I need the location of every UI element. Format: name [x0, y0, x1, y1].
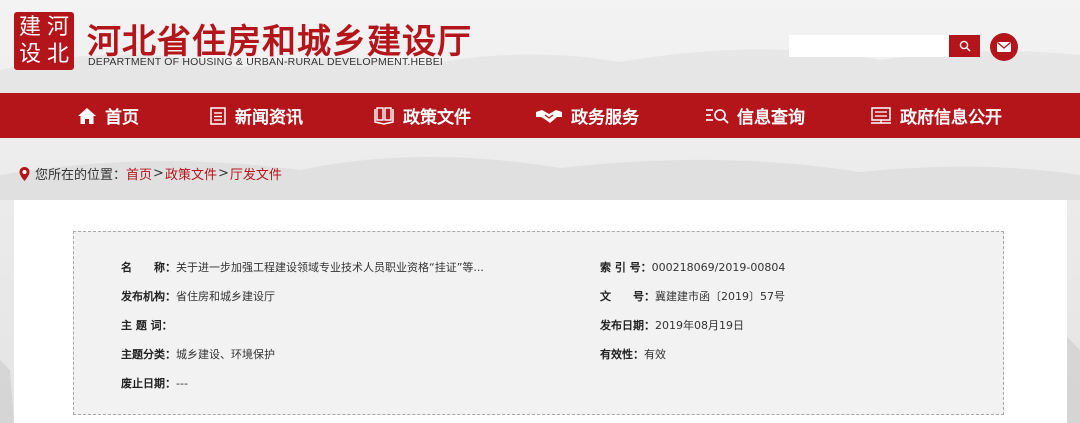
news-icon	[210, 106, 226, 125]
field-name: 名 称：关于进一步加强工程建设领域专业技术人员职业资格“挂证”等...	[121, 259, 484, 275]
field-label: 主题分类：	[121, 348, 176, 361]
field-label: 废止日期：	[121, 377, 176, 390]
search-button[interactable]	[949, 35, 980, 57]
nav-item-policy[interactable]: 政策文件	[373, 93, 471, 138]
field-keywords: 主 题 词：	[121, 317, 173, 333]
search-list-icon	[706, 108, 729, 124]
breadcrumb-item-dept-docs[interactable]: 厅发文件	[230, 164, 282, 183]
breadcrumb: 您所在的位置： 首页 > 政策文件 > 厅发文件	[19, 164, 282, 183]
nav-item-label: 信息查询	[737, 108, 805, 128]
nav-item-label: 政府信息公开	[900, 108, 1002, 128]
nav-item-label: 首页	[105, 108, 139, 128]
field-value: 有效	[644, 348, 666, 361]
nav-item-query[interactable]: 信息查询	[705, 93, 805, 138]
field-value: 关于进一步加强工程建设领域专业技术人员职业资格“挂证”等...	[176, 261, 484, 274]
main-nav: 首页 新闻资讯 政策文件 政务服务 信息查询 政府信息公开	[0, 93, 1080, 138]
field-value: ---	[176, 377, 188, 390]
field-value: 城乡建设、环境保护	[176, 348, 275, 361]
seal-char: 北	[46, 41, 69, 67]
field-validity: 有效性：有效	[600, 346, 666, 362]
field-label: 文 号：	[600, 290, 655, 303]
breadcrumb-prefix: 您所在的位置：	[35, 168, 127, 183]
nav-item-label: 政策文件	[403, 108, 471, 128]
field-index: 索 引 号：000218069/2019-00804	[600, 259, 785, 275]
field-label: 有效性：	[600, 348, 644, 361]
search-input[interactable]	[789, 35, 949, 57]
field-value: 冀建建市函〔2019〕57号	[655, 290, 785, 303]
handshake-icon	[536, 109, 562, 123]
field-label: 发布机构：	[121, 290, 176, 303]
nav-item-news[interactable]: 新闻资讯	[209, 93, 303, 138]
field-value: 000218069/2019-00804	[651, 261, 786, 274]
nav-item-label: 政务服务	[571, 108, 639, 128]
mail-icon	[997, 42, 1011, 52]
seal-char: 建	[18, 14, 41, 40]
field-label: 主 题 词：	[121, 319, 173, 332]
search-icon	[959, 40, 970, 52]
field-publish-date: 发布日期：2019年08月19日	[600, 317, 744, 333]
location-pin-icon	[19, 166, 30, 181]
breadcrumb-separator: >	[217, 166, 229, 181]
breadcrumb-item-home[interactable]: 首页	[126, 164, 152, 183]
home-icon	[78, 107, 96, 124]
board-icon	[871, 106, 891, 124]
nav-item-home[interactable]: 首页	[77, 93, 139, 138]
nav-item-label: 新闻资讯	[235, 108, 303, 128]
field-doc-number: 文 号：冀建建市函〔2019〕57号	[600, 288, 785, 304]
nav-item-services[interactable]: 政务服务	[535, 93, 639, 138]
seal-char: 设	[18, 41, 41, 67]
mail-button[interactable]	[990, 33, 1018, 61]
breadcrumb-item-policy[interactable]: 政策文件	[165, 164, 217, 183]
site-logo-seal[interactable]: 建 河 设 北	[14, 12, 74, 70]
field-expire-date: 废止日期：---	[121, 375, 188, 391]
field-value: 2019年08月19日	[655, 319, 744, 332]
breadcrumb-separator: >	[153, 166, 164, 181]
site-subtitle-en: DEPARTMENT OF HOUSING & URBAN-RURAL DEVE…	[88, 56, 444, 68]
nav-item-public-info[interactable]: 政府信息公开	[870, 93, 1002, 138]
field-category: 主题分类：城乡建设、环境保护	[121, 346, 275, 362]
field-label: 名 称：	[121, 261, 176, 274]
seal-char: 河	[46, 14, 69, 40]
field-label: 索 引 号：	[600, 261, 652, 274]
field-org: 发布机构：省住房和城乡建设厅	[121, 288, 275, 304]
site-header: 建 河 设 北 河北省住房和城乡建设厅 DEPARTMENT OF HOUSIN…	[0, 0, 1080, 93]
field-value: 省住房和城乡建设厅	[176, 290, 275, 303]
field-label: 发布日期：	[600, 319, 655, 332]
book-icon	[374, 106, 394, 125]
